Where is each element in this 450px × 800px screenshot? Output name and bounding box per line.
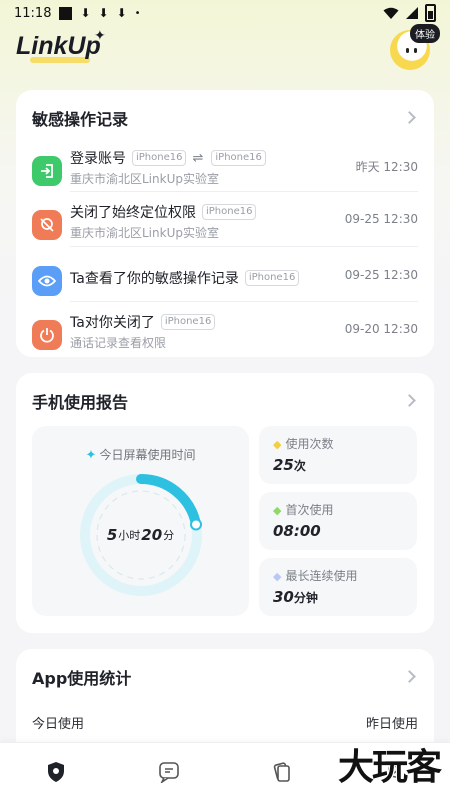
record-title: 关闭了始终定位权限 iPhone16	[70, 202, 257, 222]
diamond-icon: ◆	[273, 504, 282, 517]
screen-time-panel: ✦ 今日屏幕使用时间 5 小时 20 分	[32, 426, 249, 616]
stat-label-text: 首次使用	[285, 503, 334, 517]
more-notifications-dot: •	[134, 7, 141, 19]
diamond-icon: ◆	[273, 438, 282, 451]
minutes-value: 20	[141, 526, 163, 544]
record-title-text: 关闭了始终定位权限	[70, 205, 196, 221]
device-tag: iPhone16	[244, 270, 300, 286]
app-logo: LinkUp	[16, 32, 101, 60]
yesterday-usage-label: 昨日使用	[365, 717, 418, 732]
today-usage-label: 今日使用	[32, 717, 85, 732]
nav-shield-icon[interactable]	[46, 761, 68, 783]
chevron-right-icon[interactable]	[403, 111, 416, 124]
record-item[interactable]: 登录账号 iPhone16 ⇌ iPhone16 重庆市渝北区LinkUp实验室…	[32, 148, 418, 204]
download-icon: ⬇	[80, 6, 91, 20]
stat-label: ◆ 使用次数	[273, 435, 333, 452]
signal-icon	[406, 7, 418, 19]
stat-value: 08:00	[273, 522, 321, 540]
login-icon	[32, 156, 62, 186]
eye-icon	[32, 266, 62, 296]
record-item[interactable]: Ta对你关闭了 iPhone16 通话记录查看权限 09-20 12:30	[32, 312, 418, 368]
download-icon: ⬇	[116, 6, 127, 20]
stat-unit: 分钟	[293, 591, 318, 605]
device-tag: iPhone16	[132, 150, 187, 166]
divider	[70, 191, 418, 192]
status-time: 11:18	[14, 5, 52, 21]
stat-unit: 次	[293, 459, 306, 473]
stat-label-text: 最长连续使用	[285, 569, 358, 583]
stat-value: 30分钟	[273, 588, 318, 606]
stat-usage-count: ◆ 使用次数 25次	[259, 426, 417, 484]
hours-value: 5	[106, 526, 118, 544]
record-title: 登录账号 iPhone16 ⇌ iPhone16	[70, 148, 266, 168]
stat-first-use: ◆ 首次使用 08:00	[259, 492, 417, 550]
notification-icon	[59, 6, 73, 20]
battery-icon	[425, 4, 436, 22]
divider	[70, 301, 418, 302]
stat-number: 08:00	[273, 522, 321, 540]
watermark: 大玩客	[337, 747, 442, 788]
power-icon	[32, 320, 62, 350]
avatar-eye	[406, 48, 409, 53]
stat-number: 25	[273, 456, 294, 474]
card-title: 手机使用报告	[32, 393, 129, 412]
status-bar: 11:18 ⬇ ⬇ ⬇ •	[0, 0, 450, 26]
trial-badge[interactable]: 体验	[410, 24, 440, 43]
record-time: 09-20 12:30	[344, 322, 418, 336]
screen-time-label: ✦ 今日屏幕使用时间	[32, 446, 249, 463]
record-subtitle: 重庆市渝北区LinkUp实验室	[70, 172, 219, 186]
stat-label: ◆ 最长连续使用	[273, 567, 357, 584]
chevron-right-icon[interactable]	[403, 394, 416, 407]
record-title-text: Ta对你关闭了	[70, 315, 155, 331]
sparkle-icon: ✦	[85, 448, 97, 463]
record-title-text: Ta查看了你的敏感操作记录	[70, 271, 239, 287]
stat-value: 25次	[273, 456, 306, 474]
record-time: 昨天 12:30	[355, 160, 418, 174]
download-icon: ⬇	[98, 6, 109, 20]
device-tag: iPhone16	[160, 314, 216, 330]
avatar-eye	[414, 48, 417, 53]
record-title-text: 登录账号	[70, 151, 126, 167]
divider	[70, 246, 418, 247]
usage-report-card[interactable]: 手机使用报告 ✦ 今日屏幕使用时间 5 小时 20 分 ◆ 使用次数 25次 ◆ 首次使用 …	[16, 373, 434, 633]
stat-longest-use: ◆ 最长连续使用 30分钟	[259, 558, 417, 616]
nav-message-icon[interactable]	[158, 761, 180, 785]
card-title: 敏感操作记录	[32, 110, 129, 129]
chevron-right-icon[interactable]	[403, 670, 416, 683]
diamond-icon: ◆	[273, 570, 282, 583]
swap-icon: ⇌	[192, 150, 204, 166]
minutes-unit: 分	[163, 529, 175, 542]
card-title: App使用统计	[32, 669, 132, 688]
sensitive-records-card[interactable]: 敏感操作记录 登录账号 iPhone16 ⇌ iPhone16 重庆市渝北区Li…	[16, 90, 434, 357]
wifi-icon	[383, 7, 399, 19]
device-tag: iPhone16	[202, 204, 257, 220]
stat-label: ◆ 首次使用	[273, 501, 333, 518]
stat-number: 30	[273, 588, 294, 606]
record-item[interactable]: Ta查看了你的敏感操作记录 iPhone16 09-25 12:30	[32, 258, 418, 314]
device-tag: iPhone16	[211, 150, 266, 166]
location-off-icon	[32, 210, 62, 240]
record-subtitle: 重庆市渝北区LinkUp实验室	[70, 226, 219, 240]
sparkle-icon: ✦	[94, 28, 106, 44]
record-time: 09-25 12:30	[344, 268, 418, 282]
record-title: Ta对你关闭了 iPhone16	[70, 312, 216, 332]
stat-label-text: 使用次数	[285, 437, 334, 451]
hours-unit: 小时	[118, 529, 141, 542]
screen-time-value: 5 小时 20 分	[76, 470, 206, 600]
screen-time-label-text: 今日屏幕使用时间	[99, 448, 196, 462]
app-header: LinkUp ✦ 体验	[0, 24, 450, 82]
record-subtitle: 通话记录查看权限	[70, 336, 167, 350]
record-time: 09-25 12:30	[344, 212, 418, 226]
record-title: Ta查看了你的敏感操作记录 iPhone16	[70, 268, 300, 288]
record-item[interactable]: 关闭了始终定位权限 iPhone16 重庆市渝北区LinkUp实验室 09-25…	[32, 202, 418, 258]
nav-cards-icon[interactable]	[270, 761, 292, 783]
